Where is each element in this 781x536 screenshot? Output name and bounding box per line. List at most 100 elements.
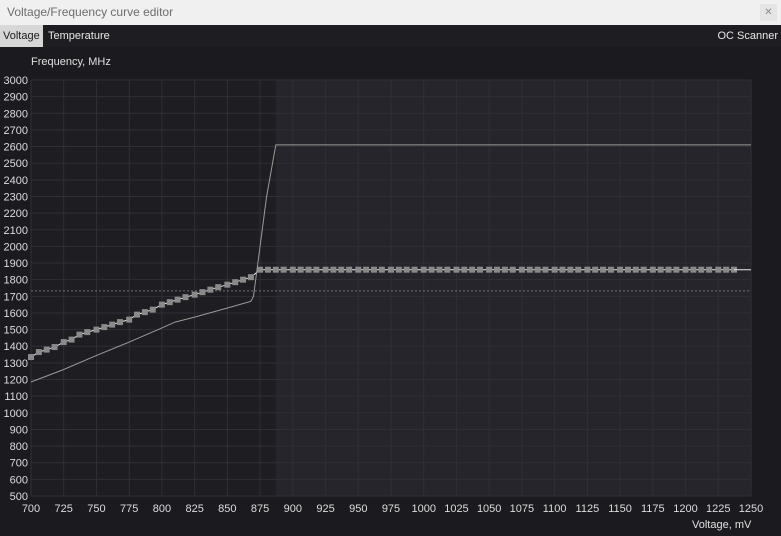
curve-point-handle[interactable] xyxy=(43,346,50,353)
curve-point-handle[interactable] xyxy=(682,266,689,273)
curve-point-handle[interactable] xyxy=(232,279,239,286)
curve-point-handle[interactable] xyxy=(518,266,525,273)
curve-point-handle[interactable] xyxy=(501,266,508,273)
curve-point-handle[interactable] xyxy=(370,266,377,273)
curve-point-handle[interactable] xyxy=(199,289,206,296)
curve-point-handle[interactable] xyxy=(559,266,566,273)
curve-point-handle[interactable] xyxy=(551,266,558,273)
curve-point-handle[interactable] xyxy=(191,291,198,298)
x-tick-label: 975 xyxy=(382,503,400,515)
curve-point-handle[interactable] xyxy=(436,266,443,273)
curve-point-handle[interactable] xyxy=(486,266,493,273)
y-tick-label: 1900 xyxy=(4,258,28,270)
curve-point-handle[interactable] xyxy=(428,266,435,273)
curve-point-handle[interactable] xyxy=(215,284,222,291)
curve-point-handle[interactable] xyxy=(453,266,460,273)
curve-point-handle[interactable] xyxy=(592,266,599,273)
curve-point-handle[interactable] xyxy=(600,266,607,273)
curve-point-handle[interactable] xyxy=(534,266,541,273)
curve-point-handle[interactable] xyxy=(526,266,533,273)
x-tick-label: 750 xyxy=(87,503,105,515)
x-tick-label: 950 xyxy=(349,503,367,515)
curve-point-handle[interactable] xyxy=(706,266,713,273)
x-tick-label: 1050 xyxy=(477,503,501,515)
curve-point-handle[interactable] xyxy=(117,319,124,326)
curve-point-handle[interactable] xyxy=(257,266,264,273)
curve-point-handle[interactable] xyxy=(715,266,722,273)
curve-point-handle[interactable] xyxy=(313,266,320,273)
curve-point-handle[interactable] xyxy=(632,266,639,273)
curve-point-handle[interactable] xyxy=(297,266,304,273)
curve-point-handle[interactable] xyxy=(395,266,402,273)
curve-point-handle[interactable] xyxy=(51,344,58,351)
curve-point-handle[interactable] xyxy=(330,266,337,273)
curve-point-handle[interactable] xyxy=(617,266,624,273)
curve-point-handle[interactable] xyxy=(346,266,353,273)
y-tick-label: 2700 xyxy=(4,125,28,137)
curve-point-handle[interactable] xyxy=(698,266,705,273)
curve-point-handle[interactable] xyxy=(68,336,75,343)
x-tick-label: 875 xyxy=(251,503,269,515)
curve-point-handle[interactable] xyxy=(403,266,410,273)
vf-curve-chart[interactable]: 500 600 700 800 900 1000 1100 1200 1300 1400 1500 1… xyxy=(0,0,781,536)
curve-point-handle[interactable] xyxy=(640,266,647,273)
curve-point-handle[interactable] xyxy=(247,274,254,281)
curve-point-handle[interactable] xyxy=(109,321,116,328)
curve-point-handle[interactable] xyxy=(126,316,133,323)
curve-point-handle[interactable] xyxy=(567,266,574,273)
curve-point-handle[interactable] xyxy=(477,266,484,273)
curve-point-handle[interactable] xyxy=(280,266,287,273)
x-tick-label: 1150 xyxy=(608,503,632,515)
curve-point-handle[interactable] xyxy=(388,266,394,273)
curve-point-handle[interactable] xyxy=(649,266,656,273)
curve-point-handle[interactable] xyxy=(93,326,100,333)
curve-point-handle[interactable] xyxy=(411,266,418,273)
y-tick-label: 2900 xyxy=(4,92,28,104)
curve-point-handle[interactable] xyxy=(542,266,549,273)
curve-point-handle[interactable] xyxy=(420,266,427,273)
curve-point-handle[interactable] xyxy=(166,299,173,306)
curve-point-handle[interactable] xyxy=(469,266,476,273)
curve-point-handle[interactable] xyxy=(494,266,501,273)
curve-point-handle[interactable] xyxy=(584,266,591,273)
curve-point-handle[interactable] xyxy=(461,266,468,273)
curve-point-handle[interactable] xyxy=(509,266,516,273)
curve-point-handle[interactable] xyxy=(272,266,279,273)
curve-point-handle[interactable] xyxy=(141,309,148,316)
curve-point-handle[interactable] xyxy=(624,266,631,273)
curve-point-handle[interactable] xyxy=(289,266,296,273)
curve-point-handle[interactable] xyxy=(182,294,189,301)
curve-point-handle[interactable] xyxy=(322,266,329,273)
curve-point-handle[interactable] xyxy=(363,266,370,273)
curve-point-handle[interactable] xyxy=(657,266,664,273)
curve-point-handle[interactable] xyxy=(35,349,42,356)
curve-point-handle[interactable] xyxy=(723,266,730,273)
curve-point-handle[interactable] xyxy=(240,276,247,283)
x-tick-label: 825 xyxy=(185,503,203,515)
curve-point-handle[interactable] xyxy=(101,324,108,331)
curve-point-handle[interactable] xyxy=(378,266,385,273)
curve-point-handle[interactable] xyxy=(207,286,214,293)
curve-point-handle[interactable] xyxy=(149,306,156,313)
curve-point-handle[interactable] xyxy=(84,329,91,336)
curve-point-handle[interactable] xyxy=(134,311,141,318)
y-tick-label: 1600 xyxy=(4,308,28,320)
curve-point-handle[interactable] xyxy=(355,266,362,273)
x-tick-label: 1200 xyxy=(673,503,697,515)
curve-point-handle[interactable] xyxy=(607,266,614,273)
curve-point-handle[interactable] xyxy=(60,339,67,346)
curve-point-handle[interactable] xyxy=(575,266,582,273)
curve-point-handle[interactable] xyxy=(224,281,231,288)
curve-point-handle[interactable] xyxy=(444,266,451,273)
curve-point-handle[interactable] xyxy=(28,354,34,361)
curve-point-handle[interactable] xyxy=(264,266,271,273)
curve-point-handle[interactable] xyxy=(690,266,697,273)
curve-point-handle[interactable] xyxy=(76,331,83,338)
curve-point-handle[interactable] xyxy=(305,266,312,273)
x-tick-label: 1075 xyxy=(510,503,534,515)
curve-point-handle[interactable] xyxy=(338,266,345,273)
curve-point-handle[interactable] xyxy=(673,266,680,273)
curve-point-handle[interactable] xyxy=(665,266,672,273)
curve-point-handle[interactable] xyxy=(158,301,165,308)
curve-point-handle[interactable] xyxy=(174,296,181,303)
